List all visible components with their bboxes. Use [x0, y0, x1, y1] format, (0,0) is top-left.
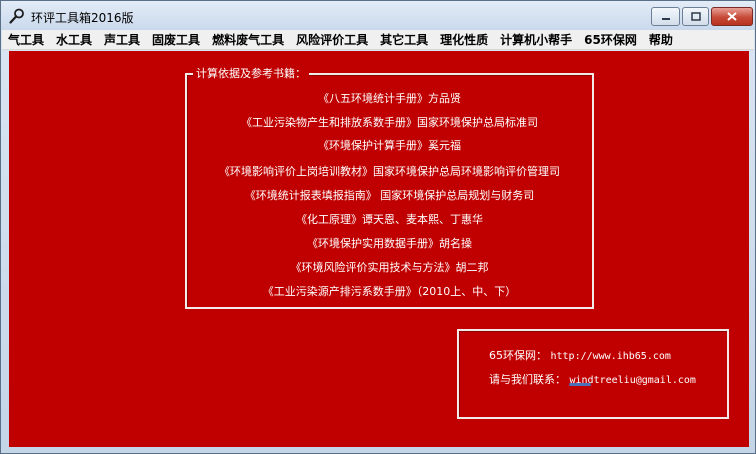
website-row: 65环保网： http://www.ihb65.com — [489, 347, 671, 363]
menu-bar: 气工具 水工具 声工具 固废工具 燃料废气工具 风险评价工具 其它工具 理化性质… — [2, 30, 754, 50]
minimize-icon — [661, 17, 670, 20]
minimize-button[interactable] — [651, 7, 680, 26]
reference-item: 《环境保护实用数据手册》胡名操 — [307, 237, 472, 250]
maximize-button[interactable] — [682, 7, 709, 26]
menu-air-tools[interactable]: 气工具 — [2, 30, 50, 50]
references-legend: 计算依据及参考书籍： — [193, 66, 309, 82]
contact-groupbox: 65环保网： http://www.ihb65.com 请与我们联系： wind… — [457, 329, 729, 419]
menu-risk-assessment-tools[interactable]: 风险评价工具 — [290, 30, 374, 50]
title-bar[interactable]: 环评工具箱2016版 — [1, 1, 755, 30]
menu-fuel-exhaust-tools[interactable]: 燃料废气工具 — [206, 30, 290, 50]
menu-65-website[interactable]: 65环保网 — [578, 30, 643, 50]
reference-item: 《工业污染源产排污系数手册》（2010上、中、下） — [262, 285, 517, 298]
app-window: 环评工具箱2016版 气工具 水工具 声工具 固废工具 燃料废气工具 风险评价工… — [0, 0, 756, 454]
menu-physicochemical[interactable]: 理化性质 — [434, 30, 494, 50]
close-button[interactable] — [711, 7, 753, 26]
references-groupbox: 计算依据及参考书籍： 《八五环境统计手册》方品贤 《工业污染物产生和排放系数手册… — [185, 66, 594, 309]
reference-item: 《环境统计报表填报指南》 国家环境保护总局规划与财务司 — [244, 189, 535, 202]
main-panel: 计算依据及参考书籍： 《八五环境统计手册》方品贤 《工业污染物产生和排放系数手册… — [9, 51, 749, 447]
menu-solid-waste-tools[interactable]: 固废工具 — [146, 30, 206, 50]
website-label: 65环保网： — [489, 349, 547, 362]
window-title: 环评工具箱2016版 — [31, 11, 134, 25]
wrench-magnifier-icon — [9, 8, 25, 24]
mouse-cursor-indicator — [569, 383, 591, 386]
website-link[interactable]: http://www.ihb65.com — [551, 351, 671, 362]
menu-noise-tools[interactable]: 声工具 — [98, 30, 146, 50]
email-label: 请与我们联系： — [489, 373, 566, 386]
email-row: 请与我们联系： windtreeliu@gmail.com — [489, 371, 696, 387]
menu-other-tools[interactable]: 其它工具 — [374, 30, 434, 50]
menu-computer-helper[interactable]: 计算机小帮手 — [494, 30, 578, 50]
reference-item: 《化工原理》谭天恩、麦本熙、丁惠华 — [296, 213, 483, 226]
maximize-icon — [690, 12, 701, 21]
reference-item: 《八五环境统计手册》方品贤 — [318, 92, 461, 105]
reference-item: 《工业污染物产生和排放系数手册》国家环境保护总局标准司 — [241, 116, 538, 129]
reference-item: 《环境影响评价上岗培训教材》国家环境保护总局环境影响评价管理司 — [219, 165, 560, 178]
menu-water-tools[interactable]: 水工具 — [50, 30, 98, 50]
reference-item: 《环境风险评价实用技术与方法》胡二邦 — [290, 261, 489, 274]
menu-help[interactable]: 帮助 — [643, 30, 679, 50]
reference-item: 《环境保护计算手册》奚元福 — [318, 139, 461, 152]
close-icon — [727, 12, 737, 21]
